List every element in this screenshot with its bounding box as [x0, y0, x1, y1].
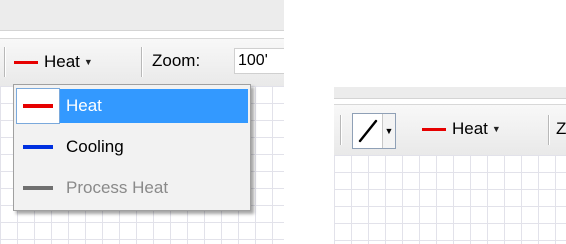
toolbar-separator: [548, 115, 549, 145]
zoom-label: Zoom:: [152, 51, 201, 70]
line-type-dropdown-menu: Heat Cooling Process Heat: [13, 84, 251, 211]
menu-item-label: Process Heat: [66, 178, 169, 197]
toolbar-separator: [141, 47, 142, 77]
heat-line-swatch-icon: [14, 60, 38, 64]
chevron-down-icon[interactable]: ▼: [382, 114, 395, 148]
chevron-down-icon: ▼: [491, 124, 501, 134]
line-type-combo[interactable]: Heat ▼: [422, 115, 501, 143]
menu-item-label: Cooling: [66, 137, 124, 156]
top-toolbar-strip: [334, 87, 566, 99]
cooling-line-swatch-icon: [23, 145, 53, 149]
canvas-grid: [334, 155, 566, 244]
toolbar: Heat ▼ Zoom: 100': [0, 38, 284, 87]
menu-swatch-box: [16, 170, 60, 206]
right-screenshot: ▼ Heat ▼ Z: [334, 87, 566, 244]
menu-item-heat[interactable]: Heat: [16, 88, 248, 124]
line-type-label: Heat: [44, 52, 80, 71]
toolbar-separator: [4, 47, 5, 77]
line-tool-icon: [358, 119, 378, 143]
menu-swatch-box: [16, 88, 60, 124]
left-screenshot: Heat ▼ Zoom: 100' Heat Cooling Process H…: [0, 0, 284, 244]
line-type-combo[interactable]: Heat ▼: [14, 48, 93, 76]
line-type-label: Heat: [452, 119, 488, 138]
menu-item-label: Heat: [60, 89, 248, 123]
menu-item-process-heat: Process Heat: [16, 170, 248, 206]
menu-swatch-box: [16, 129, 60, 165]
heat-line-swatch-icon: [422, 127, 446, 131]
toolbar: ▼ Heat ▼ Z: [334, 104, 566, 156]
zoom-input[interactable]: 100': [234, 48, 284, 74]
line-tool-button[interactable]: ▼: [352, 113, 396, 149]
top-toolbar-strip: [0, 0, 284, 31]
toolbar-separator: [340, 115, 341, 145]
zoom-label-truncated: Z: [556, 119, 566, 138]
chevron-down-icon: ▼: [83, 57, 93, 67]
heat-line-swatch-icon: [23, 104, 53, 108]
menu-item-cooling[interactable]: Cooling: [16, 129, 248, 165]
process-heat-line-swatch-icon: [23, 186, 53, 190]
